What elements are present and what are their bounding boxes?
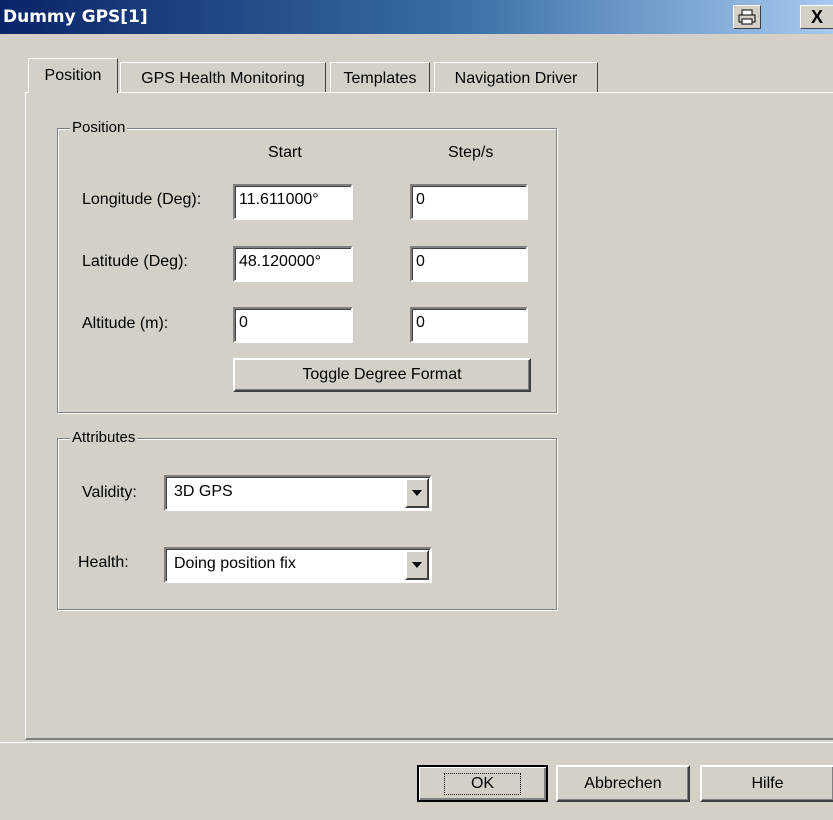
- printer-icon[interactable]: [733, 5, 761, 29]
- tab-label: Templates: [343, 69, 417, 87]
- tab-panel-position: Position Start Step/s Longitude (Deg): 1…: [25, 92, 833, 740]
- validity-dropdown[interactable]: 3D GPS: [164, 475, 432, 511]
- close-icon: X: [810, 6, 823, 27]
- position-group-title: Position: [70, 119, 128, 136]
- tab-label: Navigation Driver: [454, 69, 578, 87]
- help-label: Hilfe: [751, 774, 784, 792]
- position-group: Position Start Step/s Longitude (Deg): 1…: [57, 119, 557, 413]
- validity-value: 3D GPS: [174, 483, 233, 500]
- attributes-group-title: Attributes: [70, 429, 138, 446]
- altitude-step-input[interactable]: 0: [410, 307, 528, 343]
- cancel-button[interactable]: Abbrechen: [556, 765, 690, 802]
- chevron-down-icon[interactable]: [405, 550, 429, 580]
- footer-divider: [0, 742, 833, 743]
- cancel-label: Abbrechen: [584, 774, 662, 792]
- latitude-start-input[interactable]: 48.120000°: [233, 246, 353, 282]
- tab-templates[interactable]: Templates: [330, 62, 430, 92]
- title-bar[interactable]: Dummy GPS[1] X: [0, 0, 833, 34]
- altitude-start-input[interactable]: 0: [233, 307, 353, 343]
- tab-gps-health-monitoring[interactable]: GPS Health Monitoring: [120, 62, 326, 92]
- altitude-label: Altitude (m):: [82, 315, 169, 332]
- health-dropdown[interactable]: Doing position fix: [164, 547, 432, 583]
- tab-label: GPS Health Monitoring: [141, 69, 305, 87]
- start-column-header: Start: [268, 144, 302, 161]
- attributes-group: Attributes Validity: 3D GPS Health: Doin…: [57, 429, 557, 610]
- close-button[interactable]: X: [800, 5, 833, 29]
- health-label: Health:: [78, 554, 129, 571]
- health-value: Doing position fix: [174, 555, 296, 572]
- validity-label: Validity:: [82, 484, 137, 501]
- chevron-down-icon[interactable]: [405, 478, 429, 508]
- longitude-start-input[interactable]: 11.611000°: [233, 184, 353, 220]
- tab-position[interactable]: Position: [28, 58, 118, 93]
- latitude-label: Latitude (Deg):: [82, 253, 188, 270]
- window-title: Dummy GPS[1]: [3, 7, 148, 27]
- longitude-label: Longitude (Deg):: [82, 191, 202, 208]
- latitude-step-input[interactable]: 0: [410, 246, 528, 282]
- ok-label: OK: [443, 772, 522, 795]
- ok-button[interactable]: OK: [417, 765, 548, 802]
- help-button[interactable]: Hilfe: [700, 765, 833, 802]
- toggle-degree-format-label: Toggle Degree Format: [302, 366, 462, 383]
- step-column-header: Step/s: [448, 144, 494, 161]
- tab-navigation-driver[interactable]: Navigation Driver: [434, 62, 598, 92]
- tab-label: Position: [44, 67, 102, 84]
- toggle-degree-format-button[interactable]: Toggle Degree Format: [233, 358, 531, 392]
- longitude-step-input[interactable]: 0: [410, 184, 528, 220]
